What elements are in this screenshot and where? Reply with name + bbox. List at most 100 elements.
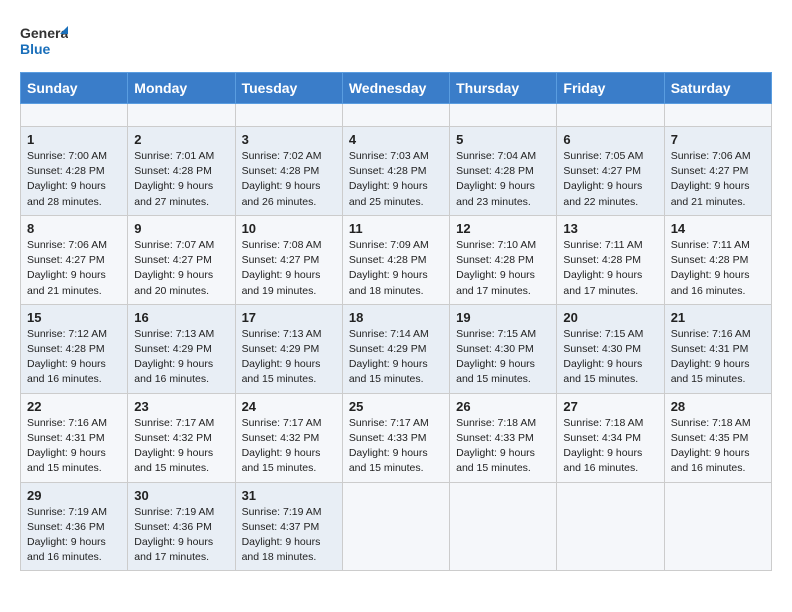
calendar-day-cell: 12 Sunrise: 7:10 AMSunset: 4:28 PMDayligh…: [450, 215, 557, 304]
calendar-day-cell: 1 Sunrise: 7:00 AMSunset: 4:28 PMDaylight…: [21, 127, 128, 216]
day-number: 15: [27, 310, 121, 325]
calendar-week-row: 22 Sunrise: 7:16 AMSunset: 4:31 PMDayligh…: [21, 393, 772, 482]
calendar-day-header: Thursday: [450, 73, 557, 104]
calendar-day-cell: 11 Sunrise: 7:09 AMSunset: 4:28 PMDayligh…: [342, 215, 449, 304]
calendar-day-cell: [235, 104, 342, 127]
calendar-day-cell: 19 Sunrise: 7:15 AMSunset: 4:30 PMDayligh…: [450, 304, 557, 393]
calendar-week-row: 1 Sunrise: 7:00 AMSunset: 4:28 PMDaylight…: [21, 127, 772, 216]
day-info: Sunrise: 7:06 AMSunset: 4:27 PMDaylight:…: [27, 238, 121, 299]
day-info: Sunrise: 7:05 AMSunset: 4:27 PMDaylight:…: [563, 149, 657, 210]
day-info: Sunrise: 7:17 AMSunset: 4:33 PMDaylight:…: [349, 416, 443, 477]
day-number: 14: [671, 221, 765, 236]
day-info: Sunrise: 7:10 AMSunset: 4:28 PMDaylight:…: [456, 238, 550, 299]
calendar-day-header: Saturday: [664, 73, 771, 104]
day-number: 2: [134, 132, 228, 147]
calendar-day-cell: 5Sunrise: 7:04 AMSunset: 4:28 PMDaylight…: [450, 127, 557, 216]
day-number: 13: [563, 221, 657, 236]
day-number: 21: [671, 310, 765, 325]
day-number: 17: [242, 310, 336, 325]
calendar-day-cell: 7 Sunrise: 7:06 AMSunset: 4:27 PMDaylight…: [664, 127, 771, 216]
day-info: Sunrise: 7:03 AMSunset: 4:28 PMDaylight:…: [349, 149, 443, 210]
calendar-day-cell: [342, 482, 449, 571]
calendar-day-cell: [557, 104, 664, 127]
calendar-day-cell: [450, 104, 557, 127]
calendar-day-cell: 6Sunrise: 7:05 AMSunset: 4:27 PMDaylight…: [557, 127, 664, 216]
day-number: 19: [456, 310, 550, 325]
calendar-day-cell: 31 Sunrise: 7:19 AMSunset: 4:37 PMDayligh…: [235, 482, 342, 571]
day-number: 8: [27, 221, 121, 236]
calendar-day-cell: [450, 482, 557, 571]
day-number: 23: [134, 399, 228, 414]
calendar-day-header: Monday: [128, 73, 235, 104]
calendar-day-cell: [342, 104, 449, 127]
day-number: 16: [134, 310, 228, 325]
calendar-day-cell: 14Sunrise: 7:11 AMSunset: 4:28 PMDayligh…: [664, 215, 771, 304]
day-number: 9: [134, 221, 228, 236]
day-info: Sunrise: 7:00 AMSunset: 4:28 PMDaylight:…: [27, 149, 121, 210]
calendar-day-header: Friday: [557, 73, 664, 104]
calendar-day-cell: 16 Sunrise: 7:13 AMSunset: 4:29 PMDayligh…: [128, 304, 235, 393]
calendar-day-cell: [664, 104, 771, 127]
calendar-day-cell: 4 Sunrise: 7:03 AMSunset: 4:28 PMDaylight…: [342, 127, 449, 216]
calendar-day-cell: 30 Sunrise: 7:19 AMSunset: 4:36 PMDayligh…: [128, 482, 235, 571]
day-number: 22: [27, 399, 121, 414]
calendar-week-row: 15Sunrise: 7:12 AMSunset: 4:28 PMDayligh…: [21, 304, 772, 393]
calendar-day-cell: 13Sunrise: 7:11 AMSunset: 4:28 PMDayligh…: [557, 215, 664, 304]
calendar-day-cell: 9Sunrise: 7:07 AMSunset: 4:27 PMDaylight…: [128, 215, 235, 304]
calendar-day-header: Tuesday: [235, 73, 342, 104]
calendar-day-cell: 15Sunrise: 7:12 AMSunset: 4:28 PMDayligh…: [21, 304, 128, 393]
calendar-day-cell: [128, 104, 235, 127]
calendar-day-cell: 25 Sunrise: 7:17 AMSunset: 4:33 PMDayligh…: [342, 393, 449, 482]
day-number: 26: [456, 399, 550, 414]
day-info: Sunrise: 7:17 AMSunset: 4:32 PMDaylight:…: [134, 416, 228, 477]
day-info: Sunrise: 7:19 AMSunset: 4:37 PMDaylight:…: [242, 505, 336, 566]
calendar-day-cell: 17Sunrise: 7:13 AMSunset: 4:29 PMDayligh…: [235, 304, 342, 393]
page-header: General Blue: [20, 16, 772, 64]
svg-text:General: General: [20, 25, 68, 41]
day-number: 1: [27, 132, 121, 147]
day-number: 30: [134, 488, 228, 503]
day-number: 31: [242, 488, 336, 503]
day-info: Sunrise: 7:16 AMSunset: 4:31 PMDaylight:…: [671, 327, 765, 388]
calendar-day-cell: 29Sunrise: 7:19 AMSunset: 4:36 PMDayligh…: [21, 482, 128, 571]
day-info: Sunrise: 7:17 AMSunset: 4:32 PMDaylight:…: [242, 416, 336, 477]
day-info: Sunrise: 7:09 AMSunset: 4:28 PMDaylight:…: [349, 238, 443, 299]
calendar-day-cell: 23 Sunrise: 7:17 AMSunset: 4:32 PMDayligh…: [128, 393, 235, 482]
calendar-week-row: 29Sunrise: 7:19 AMSunset: 4:36 PMDayligh…: [21, 482, 772, 571]
calendar-day-cell: 8 Sunrise: 7:06 AMSunset: 4:27 PMDaylight…: [21, 215, 128, 304]
day-info: Sunrise: 7:15 AMSunset: 4:30 PMDaylight:…: [456, 327, 550, 388]
day-info: Sunrise: 7:16 AMSunset: 4:31 PMDaylight:…: [27, 416, 121, 477]
day-number: 4: [349, 132, 443, 147]
day-info: Sunrise: 7:01 AMSunset: 4:28 PMDaylight:…: [134, 149, 228, 210]
calendar-week-row: [21, 104, 772, 127]
day-number: 7: [671, 132, 765, 147]
day-info: Sunrise: 7:15 AMSunset: 4:30 PMDaylight:…: [563, 327, 657, 388]
calendar-day-cell: 18Sunrise: 7:14 AMSunset: 4:29 PMDayligh…: [342, 304, 449, 393]
day-info: Sunrise: 7:14 AMSunset: 4:29 PMDaylight:…: [349, 327, 443, 388]
calendar-day-cell: 26 Sunrise: 7:18 AMSunset: 4:33 PMDayligh…: [450, 393, 557, 482]
calendar-header-row: SundayMondayTuesdayWednesdayThursdayFrid…: [21, 73, 772, 104]
day-number: 11: [349, 221, 443, 236]
day-info: Sunrise: 7:18 AMSunset: 4:35 PMDaylight:…: [671, 416, 765, 477]
day-info: Sunrise: 7:02 AMSunset: 4:28 PMDaylight:…: [242, 149, 336, 210]
calendar-day-cell: 3Sunrise: 7:02 AMSunset: 4:28 PMDaylight…: [235, 127, 342, 216]
calendar-day-cell: 21 Sunrise: 7:16 AMSunset: 4:31 PMDayligh…: [664, 304, 771, 393]
day-info: Sunrise: 7:19 AMSunset: 4:36 PMDaylight:…: [27, 505, 121, 566]
calendar-table: SundayMondayTuesdayWednesdayThursdayFrid…: [20, 72, 772, 571]
day-number: 25: [349, 399, 443, 414]
day-info: Sunrise: 7:06 AMSunset: 4:27 PMDaylight:…: [671, 149, 765, 210]
day-info: Sunrise: 7:19 AMSunset: 4:36 PMDaylight:…: [134, 505, 228, 566]
calendar-day-cell: 24Sunrise: 7:17 AMSunset: 4:32 PMDayligh…: [235, 393, 342, 482]
svg-text:Blue: Blue: [20, 41, 51, 57]
calendar-day-cell: 28Sunrise: 7:18 AMSunset: 4:35 PMDayligh…: [664, 393, 771, 482]
calendar-week-row: 8 Sunrise: 7:06 AMSunset: 4:27 PMDaylight…: [21, 215, 772, 304]
calendar-day-cell: 27Sunrise: 7:18 AMSunset: 4:34 PMDayligh…: [557, 393, 664, 482]
day-number: 10: [242, 221, 336, 236]
calendar-day-cell: [664, 482, 771, 571]
day-info: Sunrise: 7:18 AMSunset: 4:33 PMDaylight:…: [456, 416, 550, 477]
calendar-day-cell: 22 Sunrise: 7:16 AMSunset: 4:31 PMDayligh…: [21, 393, 128, 482]
day-info: Sunrise: 7:18 AMSunset: 4:34 PMDaylight:…: [563, 416, 657, 477]
day-info: Sunrise: 7:08 AMSunset: 4:27 PMDaylight:…: [242, 238, 336, 299]
day-number: 12: [456, 221, 550, 236]
day-info: Sunrise: 7:13 AMSunset: 4:29 PMDaylight:…: [134, 327, 228, 388]
